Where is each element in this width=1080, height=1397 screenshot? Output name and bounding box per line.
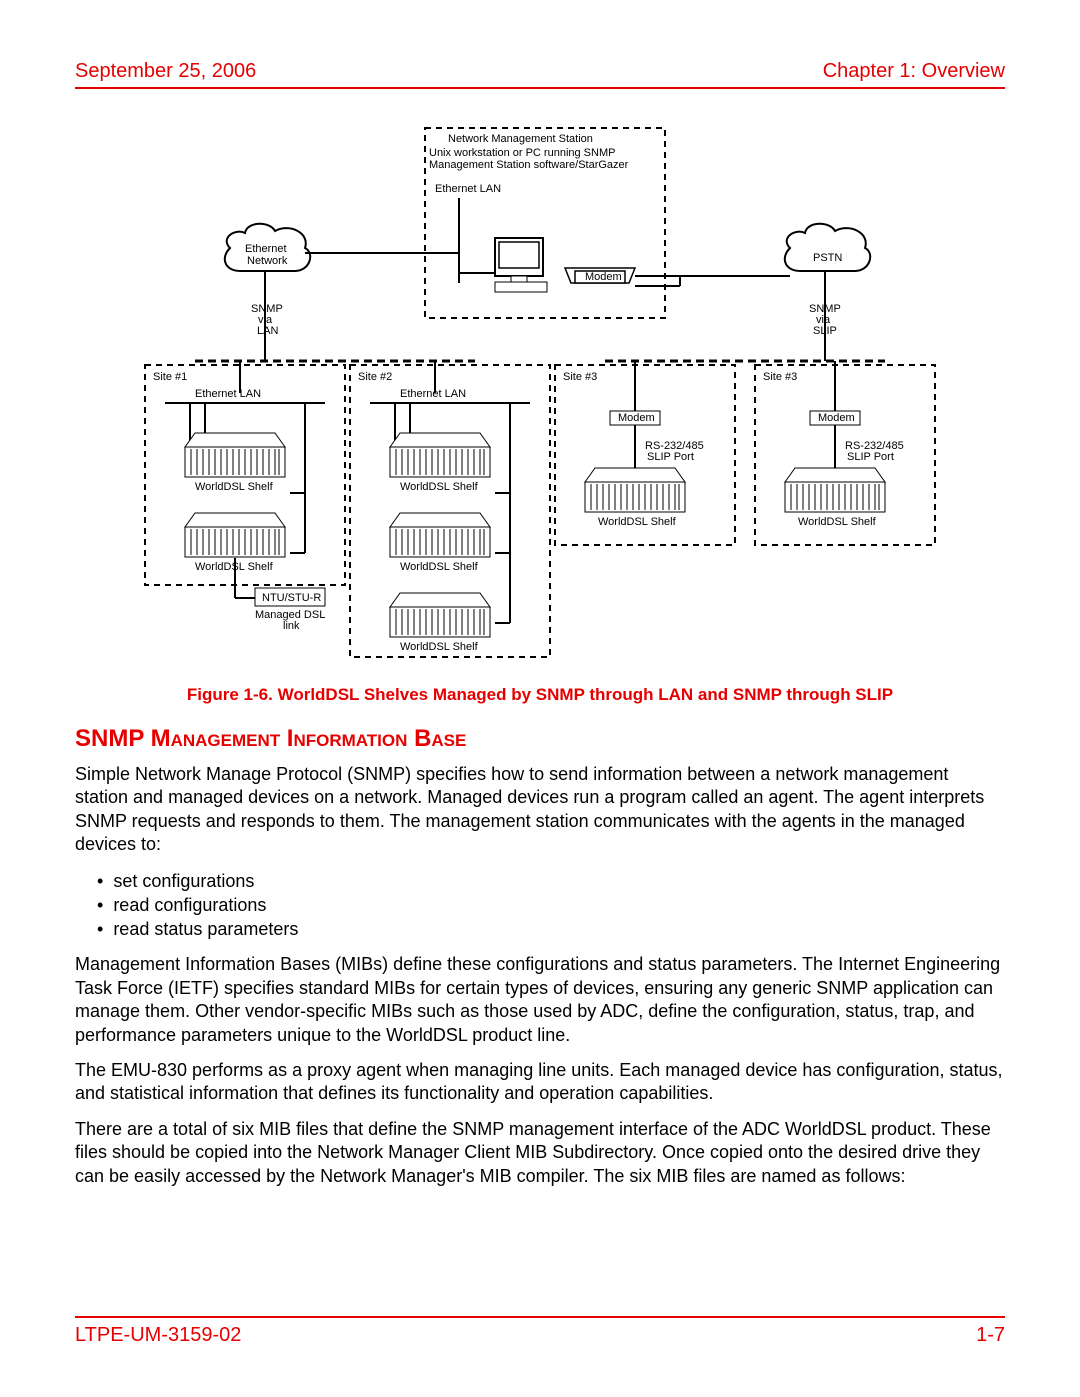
ethernet-cloud-l2: Network — [247, 255, 287, 267]
bullet-3: read status parameters — [97, 917, 1005, 941]
modem-nms: Modem — [585, 271, 622, 283]
paragraph-3: The EMU-830 performs as a proxy agent wh… — [75, 1059, 1005, 1106]
site2-shelf2: WorldDSL Shelf — [400, 561, 478, 573]
bullet-1: set configurations — [97, 869, 1005, 893]
ethernet-cloud-l1: Ethernet — [245, 243, 287, 255]
nms-sub1: Unix workstation or PC running SNMP — [429, 147, 615, 159]
site3r-modem: Modem — [818, 412, 855, 424]
site2-ethernet-lan: Ethernet LAN — [400, 388, 466, 400]
page-header: September 25, 2006 Chapter 1: Overview — [75, 60, 1005, 89]
snmp-left-lan: LAN — [257, 325, 278, 337]
paragraph-4: There are a total of six MIB files that … — [75, 1118, 1005, 1188]
network-diagram: Network Management Station Unix workstat… — [135, 113, 945, 673]
section-heading: SNMP Management Information Base — [75, 725, 1005, 753]
ntu-label: NTU/STU-R — [262, 592, 321, 604]
snmp-right-slip: SLIP — [813, 325, 837, 337]
site1-label: Site #1 — [153, 371, 187, 383]
header-date: September 25, 2006 — [75, 60, 256, 83]
footer-pagenum: 1-7 — [976, 1324, 1005, 1347]
site1-shelf1: WorldDSL Shelf — [195, 481, 273, 493]
nms-ethernet-lan: Ethernet LAN — [435, 183, 501, 195]
site1-ethernet-lan: Ethernet LAN — [195, 388, 261, 400]
site2-label: Site #2 — [358, 371, 392, 383]
managed-link: link — [283, 620, 300, 632]
paragraph-2: Management Information Bases (MIBs) defi… — [75, 953, 1005, 1047]
paragraph-1: Simple Network Manage Protocol (SNMP) sp… — [75, 763, 1005, 857]
site2-shelf1: WorldDSL Shelf — [400, 481, 478, 493]
site3l-shelf: WorldDSL Shelf — [598, 516, 676, 528]
site2-shelf3: WorldDSL Shelf — [400, 641, 478, 653]
site4-label: Site #3 — [763, 371, 797, 383]
bullet-list: set configurations read configurations r… — [75, 869, 1005, 942]
nms-title: Network Management Station — [448, 133, 593, 145]
pstn-cloud: PSTN — [813, 252, 842, 264]
diagram-container: Network Management Station Unix workstat… — [75, 113, 1005, 673]
header-chapter: Chapter 1: Overview — [823, 60, 1005, 83]
bullet-2: read configurations — [97, 893, 1005, 917]
site1-shelf2: WorldDSL Shelf — [195, 561, 273, 573]
footer-docnum: LTPE-UM-3159-02 — [75, 1324, 241, 1347]
page-footer: LTPE-UM-3159-02 1-7 — [75, 1316, 1005, 1347]
nms-sub2: Management Station software/StarGazer — [429, 159, 628, 171]
site3l-slipport: SLIP Port — [647, 451, 694, 463]
site3r-slipport: SLIP Port — [847, 451, 894, 463]
figure-caption: Figure 1-6. WorldDSL Shelves Managed by … — [75, 685, 1005, 705]
site3r-shelf: WorldDSL Shelf — [798, 516, 876, 528]
site3l-modem: Modem — [618, 412, 655, 424]
site3-label: Site #3 — [563, 371, 597, 383]
